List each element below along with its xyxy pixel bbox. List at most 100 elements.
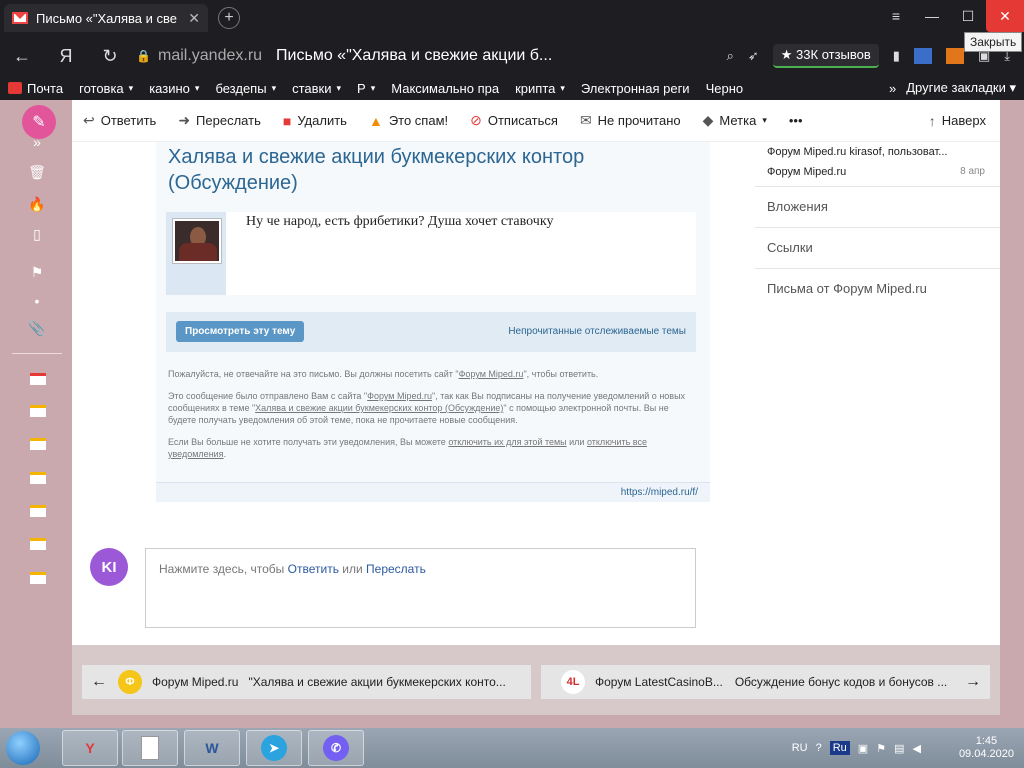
mailbox-icon[interactable] — [30, 438, 46, 450]
thread-item[interactable]: Форум Miped.ru 8 апр — [767, 162, 991, 182]
mailbox-icon[interactable] — [30, 572, 46, 584]
label-button[interactable]: ◆ Метка ▾ — [692, 112, 778, 129]
links-section[interactable]: Ссылки — [755, 227, 1000, 268]
message-area: Халява и свежие акции букмекерских конто… — [72, 142, 755, 645]
reply-link[interactable]: Ответить — [288, 562, 339, 576]
more-bookmarks-button[interactable]: » — [889, 81, 896, 96]
clock[interactable]: 1:45 09.04.2020 — [959, 735, 1014, 761]
maximize-button[interactable]: ☐ — [950, 0, 986, 32]
lock-icon[interactable]: 🔒 — [136, 49, 152, 63]
flag-icon[interactable]: ⚑ — [28, 264, 46, 282]
viber-icon[interactable]: ✆ — [308, 730, 364, 766]
spam-folder-icon[interactable]: 🔥 — [28, 196, 46, 214]
gmail-icon[interactable] — [30, 373, 46, 385]
thread-item[interactable]: Форум Miped.ru kirasof, пользоват... — [767, 142, 991, 162]
bookmark-icon[interactable]: ▮ — [893, 48, 900, 64]
forward-link[interactable]: Переслать — [366, 562, 426, 576]
expand-icon[interactable]: » — [28, 134, 46, 152]
close-window-button[interactable]: ✕ — [986, 0, 1024, 32]
system-tray: RU ? Ru ▣ ⚑ ▤ ◀ 1:45 09.04.2020 — [792, 728, 1014, 768]
menu-icon[interactable]: ≡ — [878, 0, 914, 32]
metamask-icon[interactable] — [945, 48, 964, 64]
avatar: KI — [90, 548, 128, 586]
unsubscribe-button[interactable]: ⊘ Отписаться — [459, 112, 569, 129]
forward-button[interactable]: ➜ Переслать — [167, 112, 272, 129]
reply-button[interactable]: ↩ Ответить — [72, 112, 167, 129]
window-controls: ≡ — ☐ ✕ — [878, 0, 1024, 36]
search-icon[interactable]: ⌕ — [727, 48, 734, 64]
topic-link[interactable]: Халява и свежие акции букмекерских конто… — [255, 403, 503, 413]
bookmark-item[interactable]: ставки ▾ — [284, 81, 349, 96]
reload-icon[interactable]: ↻ — [88, 46, 132, 67]
forward-icon: ➜ — [178, 112, 191, 128]
mailbox-icon[interactable] — [30, 505, 46, 517]
more-button[interactable]: ••• — [778, 113, 814, 128]
mailbox-icon[interactable] — [30, 405, 46, 417]
mailbox-icon[interactable] — [30, 538, 46, 550]
forum-link[interactable]: Форум Miped.ru — [367, 391, 432, 401]
spam-button[interactable]: ▲ Это спам! — [358, 113, 459, 129]
unread-watched-link[interactable]: Непрочитанные отслеживаемые темы — [508, 326, 686, 337]
yandex-browser-icon[interactable]: Y — [62, 730, 118, 766]
flag-icon[interactable]: ⚑ — [876, 742, 886, 755]
back-icon[interactable]: ← — [0, 46, 44, 67]
forum-link[interactable]: Форум Miped.ru — [459, 369, 524, 379]
url-host[interactable]: mail.yandex.ru — [158, 47, 262, 65]
telegram-icon[interactable]: ➤ — [246, 730, 302, 766]
bookmark-item[interactable]: Почта — [0, 81, 71, 96]
reviews-badge[interactable]: ★ 33К отзывов — [772, 44, 879, 68]
trash-icon[interactable]: 🗑 — [28, 164, 46, 182]
previous-message[interactable]: ← Ф Форум Miped.ru "Халява и свежие акци… — [82, 665, 531, 699]
sender-letters-section[interactable]: Письма от Форум Miped.ru — [755, 268, 1000, 309]
language-indicator[interactable]: RU — [792, 742, 808, 754]
attachments-section[interactable]: Вложения — [755, 186, 1000, 227]
email-footer: Пожалуйста, не отвечайте на это письмо. … — [168, 368, 698, 470]
rocket-icon[interactable]: ➶ — [748, 48, 759, 64]
language-badge[interactable]: Ru — [829, 741, 850, 755]
disable-topic-link[interactable]: отключить их для этой темы — [448, 437, 566, 447]
mailbox-icon[interactable] — [30, 472, 46, 484]
drafts-icon[interactable]: ▯ — [28, 226, 46, 244]
mail-extension-icon[interactable] — [913, 48, 932, 64]
scroll-top-button[interactable]: ↑ Наверх — [918, 113, 1000, 129]
site-url[interactable]: https://miped.ru/f/ — [156, 482, 710, 502]
bookmark-item[interactable]: Черно — [698, 81, 752, 96]
bookmark-item[interactable]: крипта ▾ — [507, 81, 573, 96]
next-message[interactable]: 4L Форум LatestCasinoB... Обсуждение бон… — [541, 665, 990, 699]
volume-icon[interactable]: ◀ — [912, 742, 920, 755]
start-button[interactable] — [6, 731, 40, 765]
bookmark-item[interactable]: Р ▾ — [349, 81, 383, 96]
bookmark-item[interactable]: казино ▾ — [141, 81, 207, 96]
post-actions: Просмотреть эту тему Непрочитанные отсле… — [166, 312, 696, 352]
help-icon[interactable]: ? — [816, 742, 822, 754]
footer-paragraph: Если Вы больше не хотите получать эти ув… — [168, 437, 647, 459]
tray-icon[interactable]: ▣ — [858, 742, 868, 755]
arrow-right-icon: → — [965, 673, 981, 690]
attachment-icon[interactable]: 📎 — [28, 320, 46, 338]
quick-reply-box[interactable]: Нажмите здесь, чтобы Ответить или Пересл… — [145, 548, 696, 628]
browser-tab[interactable]: Письмо «"Халява и све ✕ — [4, 4, 208, 32]
network-icon[interactable]: ▤ — [894, 742, 904, 755]
word-icon[interactable]: W — [184, 730, 240, 766]
notepad-icon[interactable] — [122, 730, 178, 766]
bookmark-item[interactable]: Максимально пра — [383, 81, 507, 96]
delete-button[interactable]: ■ Удалить — [272, 113, 358, 129]
post-text: Ну че народ, есть фрибетики? Душа хочет … — [246, 214, 554, 229]
mark-unread-button[interactable]: ✉ Не прочитано — [569, 112, 692, 129]
other-bookmarks-button[interactable]: Другие закладки ▾ — [906, 80, 1016, 96]
view-topic-button[interactable]: Просмотреть эту тему — [176, 321, 305, 342]
reply-icon: ↩ — [83, 112, 95, 128]
yandex-icon[interactable]: Я — [44, 46, 88, 67]
chevron-down-icon: ▾ — [271, 82, 277, 93]
close-tab-icon[interactable]: ✕ — [188, 10, 200, 27]
chevron-down-icon: ▾ — [560, 82, 565, 93]
minimize-button[interactable]: — — [914, 0, 950, 32]
url-page-title[interactable]: Письмо «"Халява и свежие акции б... — [276, 47, 556, 65]
bookmark-item[interactable]: бездепы ▾ — [207, 81, 284, 96]
new-tab-button[interactable]: + — [218, 7, 240, 29]
mail-icon — [8, 82, 22, 94]
dot-icon[interactable]: • — [28, 293, 46, 311]
bookmark-item[interactable]: Электронная реги — [573, 81, 698, 96]
bookmark-item[interactable]: готовка ▾ — [71, 81, 141, 96]
bookmarks-bar: Почта готовка ▾ казино ▾ бездепы ▾ ставки ▾ Р ▾ Мак… — [0, 76, 1024, 100]
